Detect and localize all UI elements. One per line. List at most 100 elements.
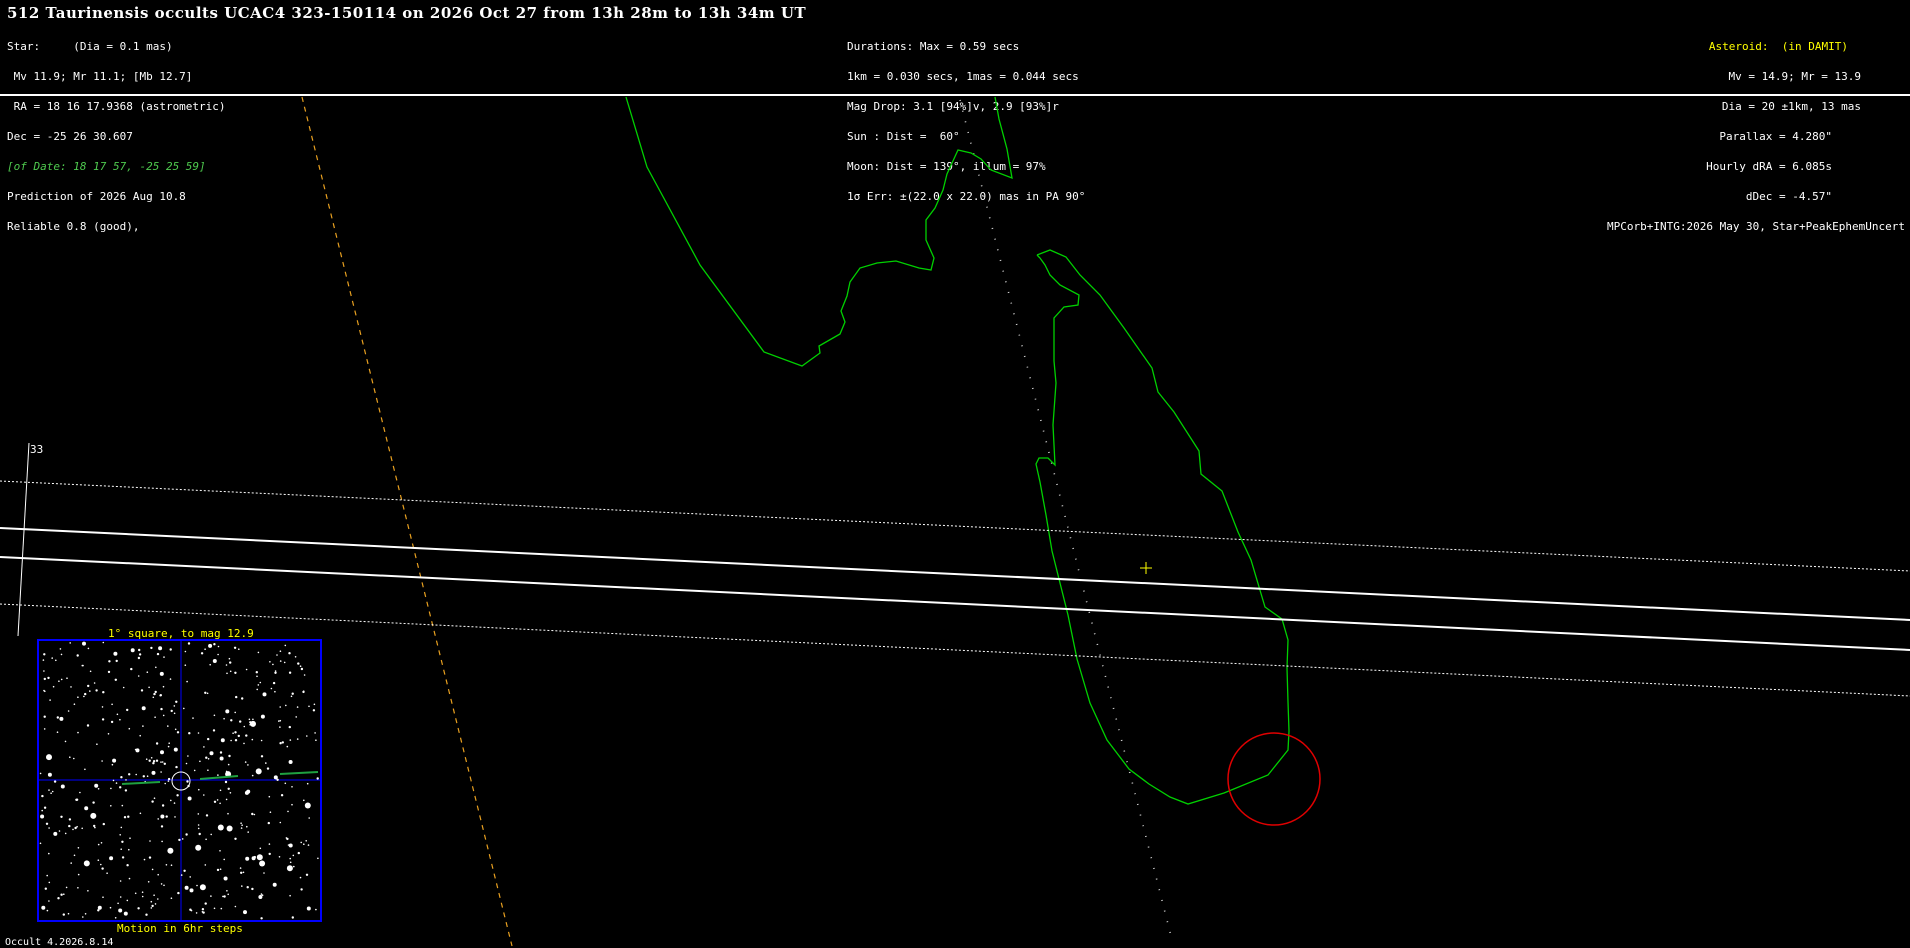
- chart-star: [204, 691, 207, 694]
- chart-star: [119, 880, 122, 882]
- chart-star: [135, 748, 140, 753]
- chart-star: [204, 648, 206, 650]
- chart-star: [44, 887, 47, 890]
- chart-star: [43, 670, 45, 672]
- chart-star: [87, 684, 90, 688]
- chart-star: [121, 856, 125, 859]
- chart-star: [187, 755, 189, 757]
- chart-star: [167, 745, 170, 748]
- chart-star: [135, 773, 137, 776]
- chart-star: [149, 840, 151, 842]
- chart-star: [251, 738, 254, 741]
- chart-star: [314, 732, 316, 734]
- chart-star: [119, 718, 121, 721]
- chart-star: [137, 656, 141, 660]
- chart-star: [142, 725, 144, 727]
- chart-star: [201, 908, 205, 911]
- chart-star: [69, 756, 71, 758]
- chart-star: [216, 868, 220, 872]
- chart-star: [81, 664, 84, 667]
- chart-star: [288, 652, 291, 655]
- chart-star: [202, 911, 205, 914]
- chart-star: [274, 670, 277, 672]
- chart-star: [156, 652, 160, 656]
- chart-star: [160, 761, 162, 763]
- chart-star: [300, 888, 303, 891]
- chart-star: [43, 728, 46, 730]
- chart-star: [73, 854, 76, 857]
- chart-star: [256, 688, 259, 691]
- chart-star: [232, 732, 234, 734]
- chart-star: [74, 826, 77, 830]
- chart-star: [257, 684, 260, 686]
- chart-star: [170, 799, 172, 802]
- chart-star: [225, 664, 228, 666]
- software-footer: Occult 4.2026.8.14: [5, 937, 114, 948]
- chart-star: [180, 874, 183, 876]
- chart-star: [226, 890, 228, 892]
- chart-star: [43, 806, 47, 809]
- chart-star: [217, 774, 219, 776]
- chart-star: [128, 848, 130, 851]
- chart-star: [116, 713, 119, 716]
- chart-star: [173, 802, 176, 804]
- chart-star: [213, 907, 216, 910]
- chart-star: [43, 653, 46, 656]
- chart-star: [272, 681, 276, 685]
- chart-star: [120, 848, 122, 850]
- chart-star: [82, 916, 84, 918]
- chart-star: [291, 916, 294, 919]
- chart-star: [204, 902, 207, 905]
- chart-star: [186, 887, 189, 890]
- chart-star: [163, 884, 165, 887]
- chart-star: [284, 644, 287, 647]
- chart-star: [150, 646, 153, 650]
- chart-star: [48, 852, 50, 855]
- chart-star: [145, 913, 148, 916]
- chart-star: [117, 902, 119, 905]
- chart-star: [60, 784, 65, 789]
- chart-star: [161, 761, 164, 763]
- chart-star: [143, 858, 146, 861]
- chart-star: [110, 787, 112, 790]
- chart-star: [304, 802, 311, 809]
- chart-star: [176, 731, 180, 734]
- chart-star: [217, 824, 224, 831]
- chart-star: [77, 696, 79, 698]
- chart-star: [246, 886, 249, 889]
- chart-star: [56, 716, 59, 719]
- chart-star: [165, 864, 168, 866]
- chart-star: [253, 813, 256, 816]
- chart-star: [162, 714, 165, 717]
- chart-star: [181, 838, 184, 840]
- chart-star: [260, 893, 263, 895]
- chart-star: [189, 908, 192, 911]
- chart-star: [67, 912, 70, 915]
- chart-star: [167, 777, 171, 781]
- meridian-label: 33: [30, 443, 44, 456]
- chart-star: [219, 751, 223, 754]
- chart-star: [279, 650, 282, 652]
- chart-star: [286, 865, 293, 872]
- chart-star: [123, 911, 128, 916]
- central-track-line: [959, 99, 1173, 941]
- chart-star: [288, 671, 292, 674]
- chart-star: [203, 746, 205, 748]
- chart-star: [206, 692, 209, 695]
- chart-star: [234, 837, 237, 840]
- chart-star: [210, 895, 212, 897]
- chart-star: [239, 720, 242, 723]
- chart-star: [120, 826, 123, 829]
- chart-star: [58, 830, 61, 832]
- chart-star: [187, 796, 192, 801]
- chart-star: [169, 678, 172, 680]
- chart-star: [111, 763, 114, 766]
- chart-star: [230, 739, 232, 742]
- chart-star: [217, 653, 219, 656]
- chart-star: [169, 648, 172, 651]
- chart-star: [69, 642, 71, 644]
- chart-star: [129, 837, 131, 839]
- chart-star: [260, 917, 263, 920]
- chart-star: [56, 731, 59, 733]
- chart-star: [151, 800, 154, 803]
